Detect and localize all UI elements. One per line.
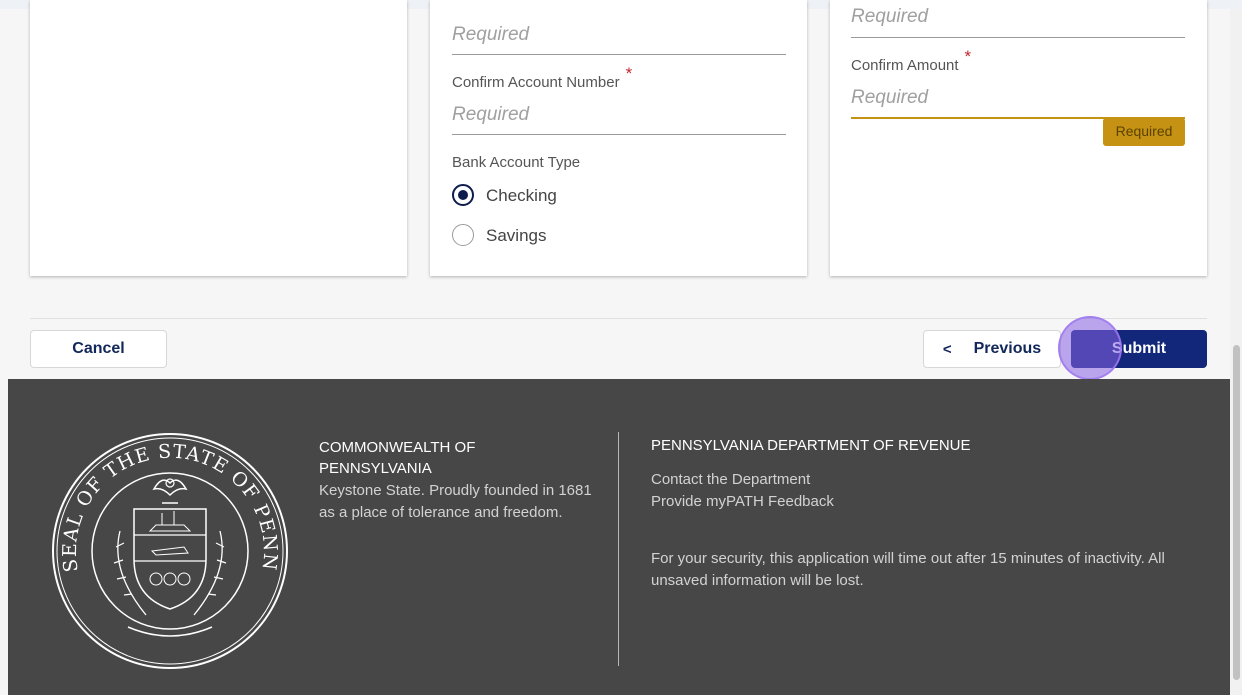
previous-button-label: Previous bbox=[973, 340, 1042, 357]
svg-text:SEAL OF THE STATE OF PENNSYLVA: SEAL OF THE STATE OF PENNSYLVANIA bbox=[50, 431, 281, 573]
footer-dept-title: PENNSYLVANIA DEPARTMENT OF REVENUE bbox=[651, 437, 971, 454]
payment-amount-card: Required Confirm Amount * Required Requir… bbox=[830, 0, 1207, 276]
cancel-button[interactable]: Cancel bbox=[30, 330, 167, 368]
mypath-feedback-link[interactable]: Provide myPATH Feedback bbox=[651, 491, 834, 513]
required-star: * bbox=[625, 64, 633, 83]
account-number-input[interactable]: Required bbox=[452, 24, 529, 46]
amount-underline bbox=[851, 37, 1185, 38]
pennsylvania-seal-icon: SEAL OF THE STATE OF PENNSYLVANIA bbox=[50, 431, 288, 669]
radio-savings[interactable] bbox=[452, 224, 474, 246]
chevron-left-icon: < bbox=[942, 340, 952, 358]
confirm-amount-label-text: Confirm Amount bbox=[851, 57, 959, 74]
form-card-left bbox=[30, 0, 407, 276]
confirm-account-underline bbox=[452, 134, 786, 135]
radio-savings-label[interactable]: Savings bbox=[486, 226, 546, 246]
footer-org-title: COMMONWEALTH OF PENNSYLVANIA bbox=[319, 439, 476, 477]
click-highlight bbox=[1058, 316, 1122, 380]
footer-divider bbox=[618, 432, 619, 666]
confirm-amount-label: Confirm Amount * bbox=[851, 47, 971, 75]
confirm-amount-input[interactable]: Required bbox=[851, 87, 928, 109]
security-notice: For your security, this application will… bbox=[651, 550, 1165, 589]
section-divider bbox=[30, 318, 1207, 319]
required-star: * bbox=[964, 47, 972, 66]
bank-account-card: Required Confirm Account Number * Require… bbox=[430, 0, 807, 276]
page-scroll-thumb[interactable] bbox=[1233, 345, 1240, 680]
footer-org-tagline: Keystone State. Proudly founded in 1681 … bbox=[319, 482, 592, 521]
previous-button[interactable]: < Previous bbox=[923, 330, 1061, 368]
account-number-underline bbox=[452, 54, 786, 55]
confirm-account-input[interactable]: Required bbox=[452, 104, 529, 126]
account-type-label: Bank Account Type bbox=[452, 154, 581, 171]
confirm-account-label-text: Confirm Account Number bbox=[452, 74, 620, 91]
seal-text: SEAL OF THE STATE OF PENNSYLVANIA bbox=[50, 431, 280, 573]
contact-department-link[interactable]: Contact the Department bbox=[651, 469, 810, 491]
radio-checking[interactable] bbox=[452, 184, 474, 206]
radio-checking-label[interactable]: Checking bbox=[486, 186, 557, 206]
amount-input[interactable]: Required bbox=[851, 6, 928, 28]
required-error-badge: Required bbox=[1103, 118, 1185, 146]
confirm-account-label: Confirm Account Number * bbox=[452, 64, 632, 92]
